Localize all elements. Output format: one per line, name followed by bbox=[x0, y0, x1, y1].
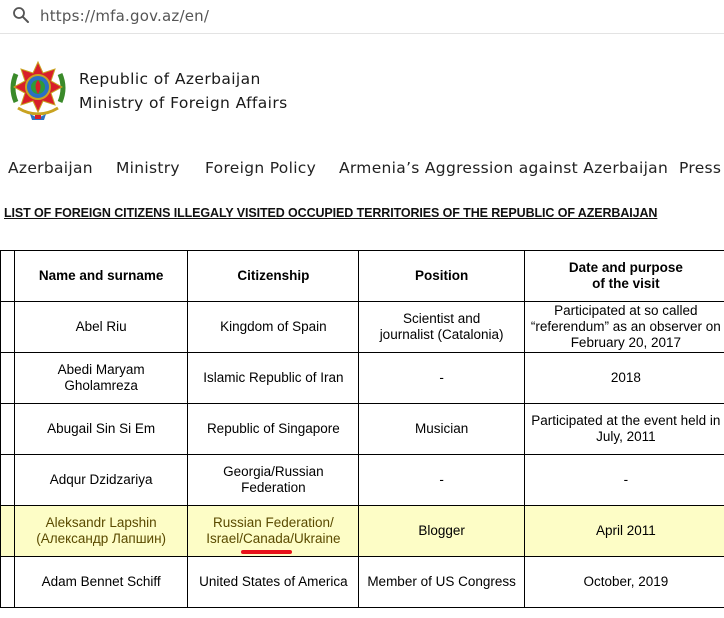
citizenship-cell: Islamic Republic of Iran bbox=[187, 352, 360, 404]
header-index-cell bbox=[0, 250, 16, 302]
index-cell bbox=[0, 301, 16, 353]
index-cell bbox=[0, 403, 16, 455]
citizenship-post: /Ukraine bbox=[290, 531, 341, 546]
header-visit: Date and purpose of the visit bbox=[523, 250, 724, 302]
name-cell: Abedi Maryam Gholamreza bbox=[14, 352, 189, 404]
header-name: Name and surname bbox=[14, 250, 189, 302]
index-cell bbox=[0, 352, 16, 404]
list-title[interactable]: LIST OF FOREIGN CITIZENS ILLEGALY VISITE… bbox=[4, 206, 657, 220]
visit-cell: 2018 bbox=[523, 352, 724, 404]
main-nav: Azerbaijan Ministry Foreign Policy Armen… bbox=[0, 159, 724, 181]
org-name-line1: Republic of Azerbaijan bbox=[79, 70, 261, 88]
visit-cell: April 2011 bbox=[523, 505, 724, 557]
position-cell: Blogger bbox=[358, 505, 525, 557]
citizenship-highlighted-country: Canada bbox=[240, 531, 293, 554]
nav-item-ministry[interactable]: Ministry bbox=[116, 159, 180, 177]
table-header-row: Name and surname Citizenship Position Da… bbox=[0, 250, 724, 302]
nav-item-armenia-aggression[interactable]: Armenia’s Aggression against Azerbaijan bbox=[339, 159, 668, 177]
table-row: Abel Riu Kingdom of Spain Scientist and … bbox=[0, 301, 724, 353]
position-cell: - bbox=[358, 352, 525, 404]
citizenship-cell: Russian Federation/ Israel/Canada/Ukrain… bbox=[187, 505, 360, 557]
name-cyrillic: (Александр Лапшин) bbox=[36, 531, 167, 546]
name-cell: Aleksandr Lapshin (Александр Лапшин) bbox=[14, 505, 189, 557]
name-cell: Abugail Sin Si Em bbox=[14, 403, 189, 455]
org-name-line2: Ministry of Foreign Affairs bbox=[79, 94, 288, 112]
header-position: Position bbox=[358, 250, 525, 302]
index-cell bbox=[0, 505, 16, 557]
azerbaijan-emblem-icon[interactable] bbox=[8, 58, 68, 122]
visit-cell: October, 2019 bbox=[523, 556, 724, 608]
position-cell: Musician bbox=[358, 403, 525, 455]
table-row: Abugail Sin Si Em Republic of Singapore … bbox=[0, 403, 724, 455]
name-cell: Adqur Dzidzariya bbox=[14, 454, 189, 506]
visit-cell: - bbox=[523, 454, 724, 506]
address-bar[interactable]: https://mfa.gov.az/en/ bbox=[0, 0, 724, 34]
url-text[interactable]: https://mfa.gov.az/en/ bbox=[40, 7, 209, 25]
visit-cell: Participated at the event held in July, … bbox=[523, 403, 724, 455]
citizenship-cell: United States of America bbox=[187, 556, 360, 608]
citizenship-cell: Republic of Singapore bbox=[187, 403, 360, 455]
index-cell bbox=[0, 556, 16, 608]
position-cell: Scientist and journalist (Catalonia) bbox=[358, 301, 525, 353]
search-icon bbox=[13, 7, 29, 23]
citizenship-cell: Kingdom of Spain bbox=[187, 301, 360, 353]
table-row: Abedi Maryam Gholamreza Islamic Republic… bbox=[0, 352, 724, 404]
citizens-table: Name and surname Citizenship Position Da… bbox=[0, 250, 724, 608]
header-citizenship: Citizenship bbox=[187, 250, 360, 302]
name-cell: Abel Riu bbox=[14, 301, 189, 353]
position-cell: Member of US Congress bbox=[358, 556, 525, 608]
index-cell bbox=[0, 454, 16, 506]
table-row: Adam Bennet Schiff United States of Amer… bbox=[0, 556, 724, 608]
visit-cell: Participated at so called “referendum” a… bbox=[523, 301, 724, 353]
nav-item-azerbaijan[interactable]: Azerbaijan bbox=[8, 159, 93, 177]
citizenship-line1: Russian Federation/ bbox=[212, 515, 334, 530]
citizens-table-wrapper: Name and surname Citizenship Position Da… bbox=[0, 250, 724, 618]
citizenship-pre: Israel/ bbox=[206, 531, 243, 546]
position-cell: - bbox=[358, 454, 525, 506]
table-row: Adqur Dzidzariya Georgia/Russian Federat… bbox=[0, 454, 724, 506]
citizenship-cell: Georgia/Russian Federation bbox=[187, 454, 360, 506]
table-row-highlighted: Aleksandr Lapshin (Александр Лапшин) Rus… bbox=[0, 505, 724, 557]
nav-item-foreign-policy[interactable]: Foreign Policy bbox=[205, 159, 316, 177]
name-latin: Aleksandr Lapshin bbox=[45, 515, 157, 530]
name-cell: Adam Bennet Schiff bbox=[14, 556, 189, 608]
nav-item-press[interactable]: Press bbox=[679, 159, 721, 177]
